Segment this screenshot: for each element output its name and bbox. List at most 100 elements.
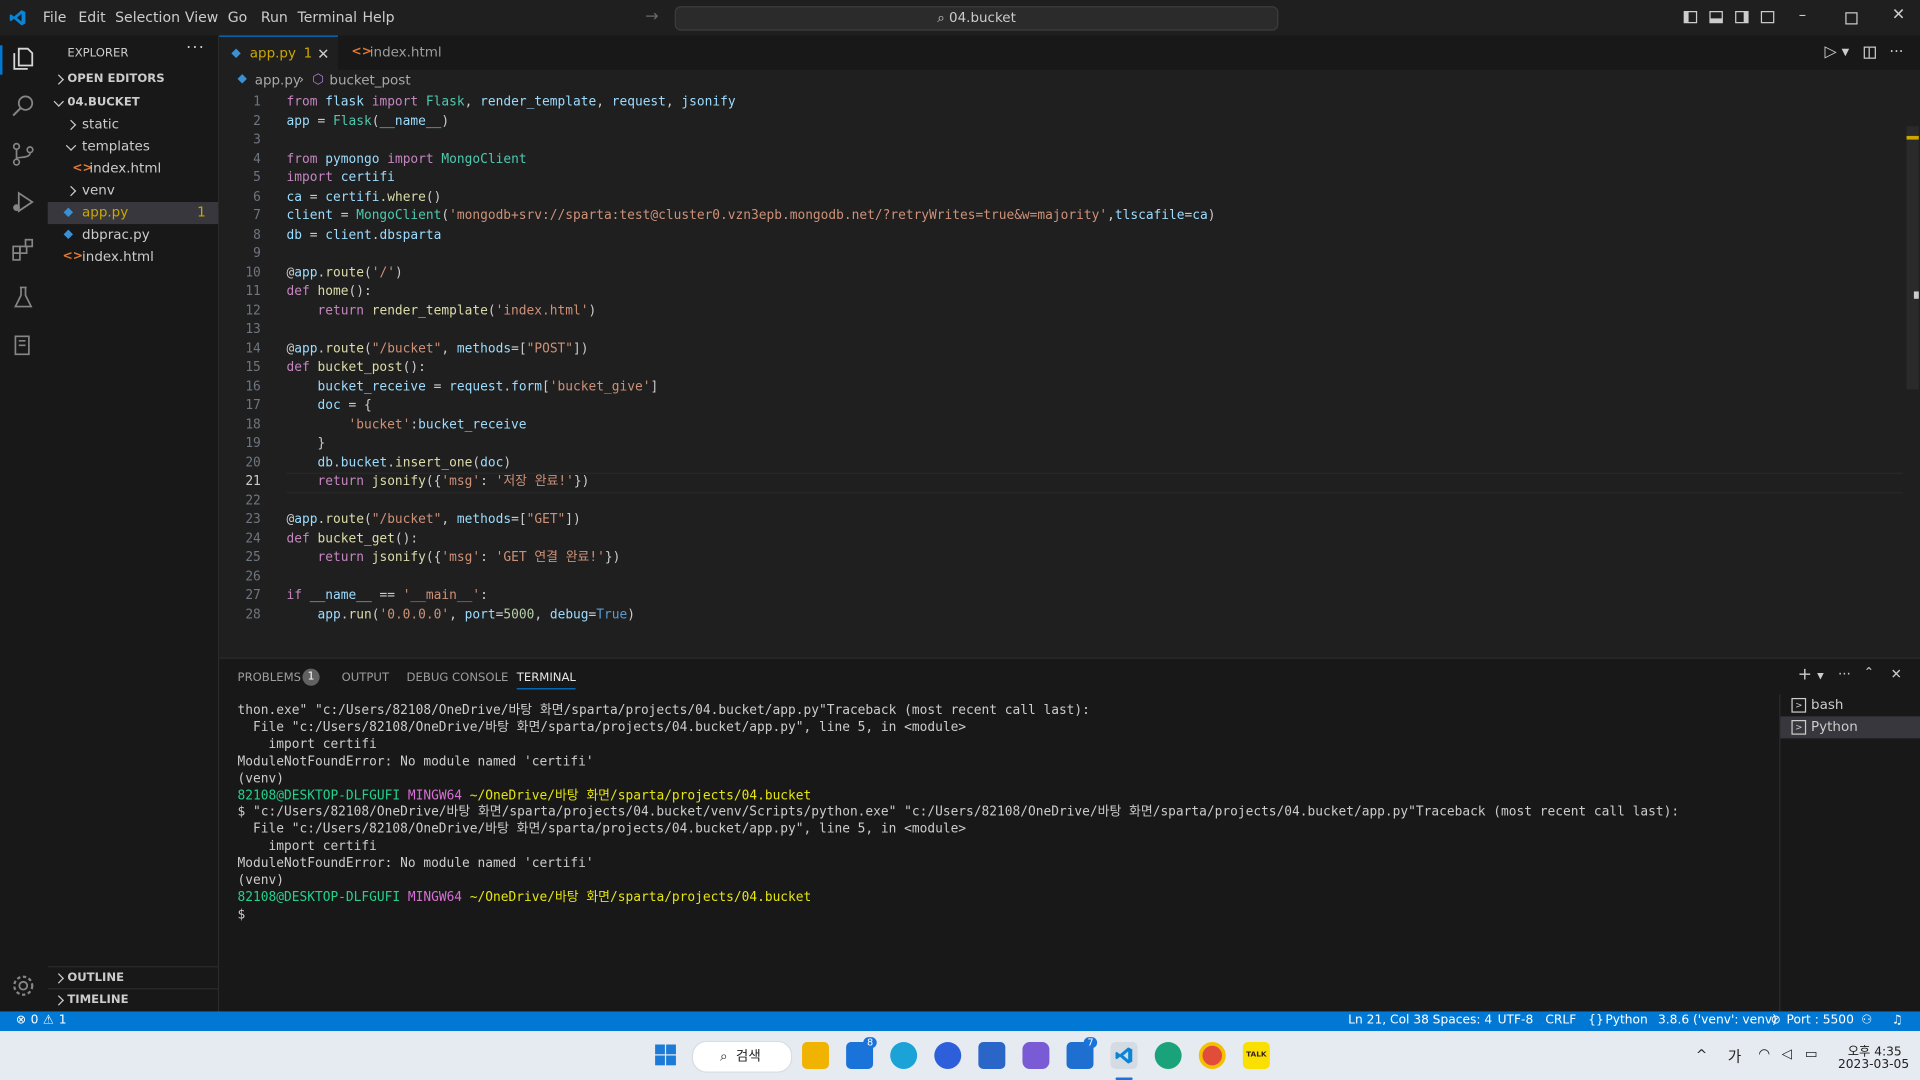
code-line[interactable]: return jsonify({'msg': 'GET 연결 완료!'})	[287, 549, 621, 568]
python-interpreter[interactable]: 3.8.6 ('venv': venv)	[1658, 1014, 1777, 1027]
code-line[interactable]: 'bucket':bucket_receive	[287, 416, 526, 435]
terminal-item-bash[interactable]: > bash	[1780, 694, 1920, 716]
timeline-section[interactable]: TIMELINE	[47, 988, 218, 1011]
run-debug-icon[interactable]	[10, 189, 37, 216]
code-line[interactable]: @app.route('/')	[287, 264, 403, 283]
toggle-primary-sidebar-icon[interactable]	[1683, 11, 1698, 24]
minimize-icon[interactable]: –	[1799, 6, 1806, 23]
panel-more-icon[interactable]: ···	[1838, 666, 1851, 682]
tab-index-html[interactable]: <> index.html	[339, 35, 450, 70]
language-mode[interactable]: Python	[1605, 1014, 1647, 1027]
run-dropdown-icon[interactable]: ▼	[1842, 47, 1850, 58]
toggle-panel-icon[interactable]	[1709, 11, 1723, 24]
tab-problems[interactable]: PROBLEMS	[238, 671, 302, 684]
split-editor-icon[interactable]	[1863, 46, 1876, 59]
workspace-folder[interactable]: 04.BUCKET	[48, 92, 218, 114]
tree-item-index-html[interactable]: <> index.html	[48, 246, 218, 268]
windows-start-icon[interactable]	[653, 1042, 680, 1069]
tab-terminal[interactable]: TERMINAL	[516, 671, 576, 690]
clock-date[interactable]: 2023-03-05	[1838, 1058, 1909, 1071]
menu-edit[interactable]: Edit	[78, 9, 105, 26]
code-line[interactable]: ca = certifi.where()	[287, 188, 442, 207]
todo-icon[interactable]: 7	[1066, 1037, 1098, 1069]
battery-icon[interactable]: ▭	[1805, 1046, 1818, 1062]
tray-chevron-up-icon[interactable]: ^	[1696, 1047, 1707, 1063]
menu-help[interactable]: Help	[362, 9, 394, 26]
code-line[interactable]: client = MongoClient('mongodb+srv://spar…	[287, 207, 1216, 226]
extensions-icon[interactable]	[10, 236, 37, 263]
copilot-icon[interactable]	[1022, 1042, 1050, 1069]
explorer-files-icon[interactable]	[10, 45, 37, 72]
outline-section[interactable]: OUTLINE	[47, 966, 218, 989]
accounts-icon[interactable]: ⚇	[1861, 1014, 1872, 1027]
chrome-icon[interactable]	[1198, 1042, 1226, 1069]
close-tab-icon[interactable]: ✕	[317, 37, 329, 71]
warning-count[interactable]: 1	[59, 1014, 67, 1027]
search-icon[interactable]	[10, 93, 37, 120]
clock-time[interactable]: 오후 4:35	[1848, 1041, 1902, 1059]
customize-layout-icon[interactable]	[1760, 11, 1775, 24]
settings-gear-icon[interactable]	[10, 972, 37, 999]
editor-scrollbar[interactable]	[1906, 126, 1919, 390]
code-line[interactable]: @app.route("/bucket", methods=["GET"])	[287, 511, 581, 530]
error-count[interactable]: 0	[31, 1014, 39, 1027]
close-panel-icon[interactable]: ✕	[1891, 666, 1902, 682]
kakaotalk-icon[interactable]: TALK	[1242, 1042, 1270, 1069]
tree-item-app-py[interactable]: ◆ app.py 1	[47, 202, 218, 225]
encoding[interactable]: UTF-8	[1498, 1014, 1534, 1027]
breadcrumb-symbol[interactable]: bucket_post	[329, 72, 410, 88]
indentation[interactable]: Spaces: 4	[1433, 1014, 1493, 1027]
code-line[interactable]: from pymongo import MongoClient	[287, 150, 527, 169]
command-center-search[interactable]: ⌕ 04.bucket	[674, 6, 1279, 31]
live-server-port[interactable]: Port : 5500	[1787, 1014, 1854, 1027]
app-c-icon[interactable]	[934, 1042, 962, 1069]
code-line[interactable]: @app.route("/bucket", methods=["POST"])	[287, 340, 589, 359]
terminal-dropdown-icon[interactable]: ▼	[1817, 671, 1824, 681]
code-line[interactable]: app.run('0.0.0.0', port=5000, debug=True…	[287, 606, 636, 625]
tab-output[interactable]: OUTPUT	[342, 671, 389, 684]
terminal-item-python[interactable]: > Python	[1780, 716, 1920, 739]
code-line[interactable]: from flask import Flask, render_template…	[287, 93, 736, 112]
code-line[interactable]: def bucket_post():	[287, 359, 426, 378]
error-icon[interactable]: ⊗	[16, 1014, 26, 1027]
menu-run[interactable]: Run	[261, 9, 288, 26]
tree-item-templates[interactable]: templates	[48, 136, 218, 158]
warning-icon[interactable]: ⚠	[43, 1014, 54, 1027]
menu-file[interactable]: File	[43, 9, 67, 26]
code-line[interactable]: db.bucket.insert_one(doc)	[287, 454, 512, 473]
git-client-icon[interactable]	[1154, 1042, 1182, 1069]
line-ending[interactable]: CRLF	[1545, 1014, 1576, 1027]
wifi-icon[interactable]: ◠	[1758, 1046, 1770, 1062]
code-line[interactable]: return render_template('index.html')	[287, 302, 597, 321]
code-line[interactable]: doc = {	[287, 397, 372, 416]
edge-browser-icon[interactable]	[890, 1042, 918, 1069]
vscode-taskbar-icon[interactable]	[1110, 1042, 1138, 1069]
open-editors-section[interactable]: OPEN EDITORS	[48, 69, 218, 91]
new-terminal-icon[interactable]: +	[1798, 665, 1812, 685]
code-line[interactable]: db = client.dbsparta	[287, 226, 442, 245]
editor-more-icon[interactable]: ···	[1889, 43, 1903, 60]
cursor-position[interactable]: Ln 21, Col 38	[1348, 1014, 1429, 1027]
file-explorer-icon[interactable]	[802, 1042, 829, 1069]
tab-app-py[interactable]: ◆ app.py 1 ✕	[219, 35, 338, 72]
menu-go[interactable]: Go	[228, 9, 248, 26]
menu-view[interactable]: View	[185, 9, 218, 26]
volume-icon[interactable]: ◁	[1782, 1046, 1792, 1062]
code-line[interactable]: import certifi	[287, 169, 395, 188]
code-line[interactable]: }	[287, 435, 325, 454]
forward-arrow-icon[interactable]: →	[645, 7, 658, 25]
run-file-icon[interactable]: ▷	[1825, 43, 1837, 61]
notifications-bell-icon[interactable]: ♫	[1892, 1014, 1903, 1027]
more-actions-icon[interactable]: ···	[186, 39, 205, 57]
taskbar-search[interactable]: ⌕ 검색	[691, 1040, 793, 1073]
code-line[interactable]: bucket_receive = request.form['bucket_gi…	[287, 378, 659, 397]
testing-flask-icon[interactable]	[10, 284, 37, 311]
code-line[interactable]: if __name__ == '__main__':	[287, 587, 488, 606]
toggle-secondary-sidebar-icon[interactable]	[1735, 11, 1749, 24]
tree-item-templates-index-html[interactable]: <> index.html	[48, 158, 218, 180]
tree-item-dbprac-py[interactable]: ◆ dbprac.py	[48, 224, 218, 246]
source-control-icon[interactable]	[10, 141, 37, 168]
mail-icon[interactable]: 8	[846, 1037, 877, 1069]
tab-debug-console[interactable]: DEBUG CONSOLE	[407, 671, 509, 684]
store-icon[interactable]	[978, 1042, 1006, 1069]
